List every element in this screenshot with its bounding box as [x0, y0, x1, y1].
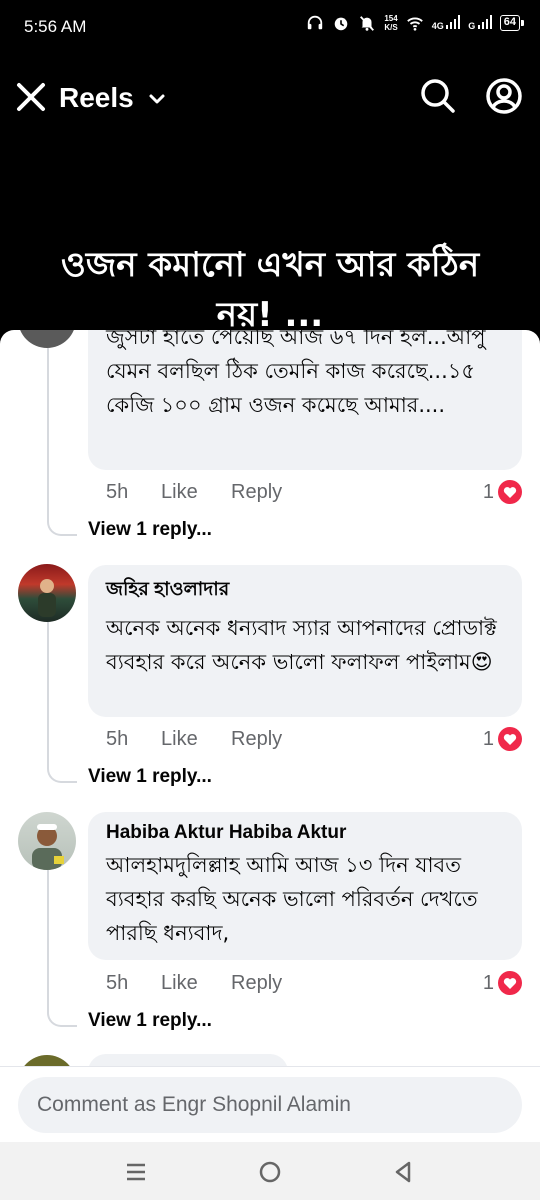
- headset-icon: [308, 15, 323, 30]
- profile-icon[interactable]: [484, 76, 524, 116]
- thread-line: [47, 870, 49, 1008]
- reply-button[interactable]: Reply: [231, 728, 282, 751]
- comment-text: জুসটা হাতে পেয়েছি আজ ৬৭ দিন হল...আপু যে…: [106, 330, 486, 417]
- comment-text: আলহামদুলিল্লাহ আমি আজ ১৩ দিন যাবত ব্যবহা…: [106, 853, 478, 945]
- thread-connector: [47, 1005, 77, 1027]
- heart-icon: [498, 971, 522, 995]
- thread-line: [47, 622, 49, 764]
- back-icon[interactable]: [390, 1158, 418, 1186]
- comment-bubble: Habiba Aktur Habiba Aktur আলহামদুলিল্লাহ…: [88, 812, 522, 960]
- status-icons: 154 K/S 4G G 64: [306, 14, 525, 32]
- comment-composer: [0, 1066, 540, 1142]
- chevron-down-icon[interactable]: [148, 92, 166, 106]
- reaction-count: 1: [482, 727, 494, 750]
- comment-actions: 5h Like Reply: [106, 728, 282, 751]
- thread-connector: [47, 514, 77, 536]
- sim2-type: G: [468, 21, 476, 31]
- comment-time: 5h: [106, 972, 129, 994]
- network-type: 4G: [431, 21, 444, 31]
- signal-4g: 4G: [432, 15, 461, 31]
- view-replies-link[interactable]: View 1 reply...: [88, 1010, 212, 1032]
- reaction-count: 1: [482, 971, 494, 994]
- status-bar: 5:56 AM 154 K/S 4G G 64: [0, 0, 540, 56]
- reel-caption[interactable]: ওজন কমানো এখন আর কঠিন নয়! ...: [30, 240, 510, 340]
- comment-author[interactable]: Habiba Aktur Habiba Aktur: [106, 822, 504, 844]
- signal-bars-icon: [477, 15, 492, 29]
- comment-actions: 5h Like Reply: [106, 481, 282, 504]
- view-replies-link[interactable]: View 1 reply...: [88, 766, 212, 788]
- like-button[interactable]: Like: [161, 972, 231, 995]
- view-replies-link[interactable]: View 1 reply...: [88, 519, 212, 541]
- wifi-icon: [406, 17, 423, 31]
- avatar[interactable]: [18, 330, 76, 348]
- signal-bars-icon: [446, 15, 461, 29]
- battery-indicator: 64: [499, 15, 525, 31]
- alarm-icon: [335, 17, 348, 31]
- avatar[interactable]: [18, 812, 76, 870]
- like-button[interactable]: Like: [161, 481, 231, 504]
- reaction-count: 1: [482, 480, 494, 503]
- net-speed-value: 154: [384, 14, 398, 23]
- like-button[interactable]: Like: [161, 728, 231, 751]
- mute-icon: [360, 16, 375, 31]
- net-speed-unit: K/S: [384, 23, 398, 32]
- thread-line: [47, 348, 49, 516]
- comment-actions: 5h Like Reply: [106, 972, 282, 995]
- reels-title[interactable]: Reels: [59, 82, 134, 114]
- signal-sim2: G: [468, 15, 492, 31]
- heart-icon: [498, 480, 522, 504]
- search-icon[interactable]: [418, 76, 458, 116]
- reaction-summary[interactable]: 1: [483, 727, 522, 751]
- reaction-summary[interactable]: 1: [483, 971, 522, 995]
- reply-button[interactable]: Reply: [231, 972, 282, 995]
- close-icon[interactable]: [14, 80, 48, 114]
- heart-icon: [498, 727, 522, 751]
- home-icon[interactable]: [256, 1158, 284, 1186]
- comment-time: 5h: [106, 728, 129, 750]
- reaction-summary[interactable]: 1: [483, 480, 522, 504]
- comment-bubble: জহির হাওলাদার অনেক অনেক ধন্যবাদ স্যার আপ…: [88, 565, 522, 717]
- reply-button[interactable]: Reply: [231, 481, 282, 504]
- recents-icon[interactable]: [122, 1158, 150, 1186]
- avatar[interactable]: [18, 564, 76, 622]
- reels-header: Reels: [0, 70, 540, 130]
- comment-input[interactable]: [18, 1077, 522, 1133]
- comment-text: অনেক অনেক ধন্যবাদ স্যার আপনাদের প্রোডাক্…: [106, 616, 497, 674]
- thread-connector: [47, 761, 77, 783]
- comment-time: 5h: [106, 481, 129, 503]
- status-time: 5:56 AM: [24, 17, 87, 36]
- system-nav-bar: [0, 1142, 540, 1200]
- comment-bubble: জুসটা হাতে পেয়েছি আজ ৬৭ দিন হল...আপু যে…: [88, 330, 522, 470]
- comment-author[interactable]: জহির হাওলাদার: [106, 575, 504, 607]
- net-speed: 154 K/S: [384, 14, 397, 32]
